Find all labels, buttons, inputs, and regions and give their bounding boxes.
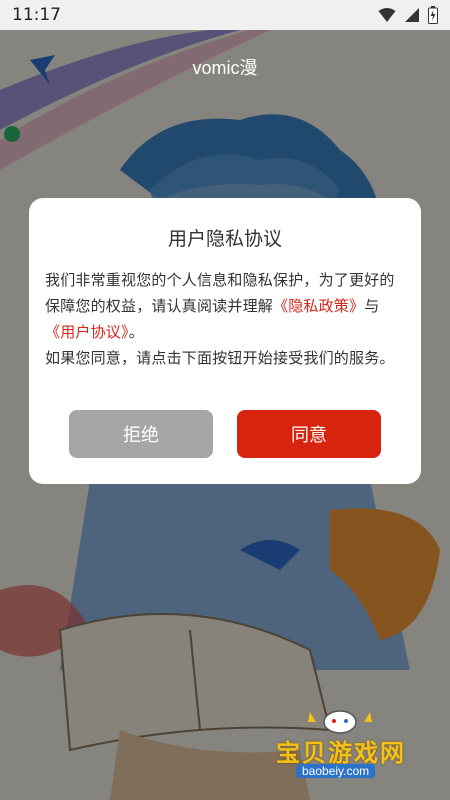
dialog-period: 。 bbox=[128, 323, 144, 341]
battery-icon bbox=[428, 6, 438, 24]
watermark-text: 宝贝游戏网 bbox=[276, 739, 406, 767]
wifi-icon bbox=[378, 8, 396, 22]
app-title: vomic漫 bbox=[192, 58, 258, 78]
user-agreement-link[interactable]: 《用户协议》 bbox=[45, 323, 129, 341]
dialog-title: 用户隐私协议 bbox=[167, 228, 282, 250]
dialog-connector: 与 bbox=[364, 297, 380, 315]
reject-button[interactable]: 拒绝 bbox=[69, 410, 213, 458]
agree-button[interactable]: 同意 bbox=[237, 410, 381, 458]
watermark-url: baobeiy.com bbox=[296, 764, 376, 778]
status-bar: 11:17 bbox=[0, 0, 450, 30]
signal-icon bbox=[405, 8, 419, 22]
status-icons bbox=[378, 6, 438, 24]
privacy-dialog: 用户隐私协议 我们非常重视您的个人信息和隐私保护，为了更好的保障您的权益，请认真… bbox=[29, 198, 421, 484]
dialog-body: 我们非常重视您的个人信息和隐私保护，为了更好的保障您的权益，请认真阅读并理解《隐… bbox=[45, 267, 405, 371]
dialog-buttons: 拒绝 同意 bbox=[29, 410, 421, 458]
status-time: 11:17 bbox=[12, 5, 61, 25]
privacy-policy-link[interactable]: 《隐私政策》 bbox=[273, 297, 364, 315]
dialog-body-text-2: 如果您同意，请点击下面按钮开始接受我们的服务。 bbox=[45, 349, 395, 367]
